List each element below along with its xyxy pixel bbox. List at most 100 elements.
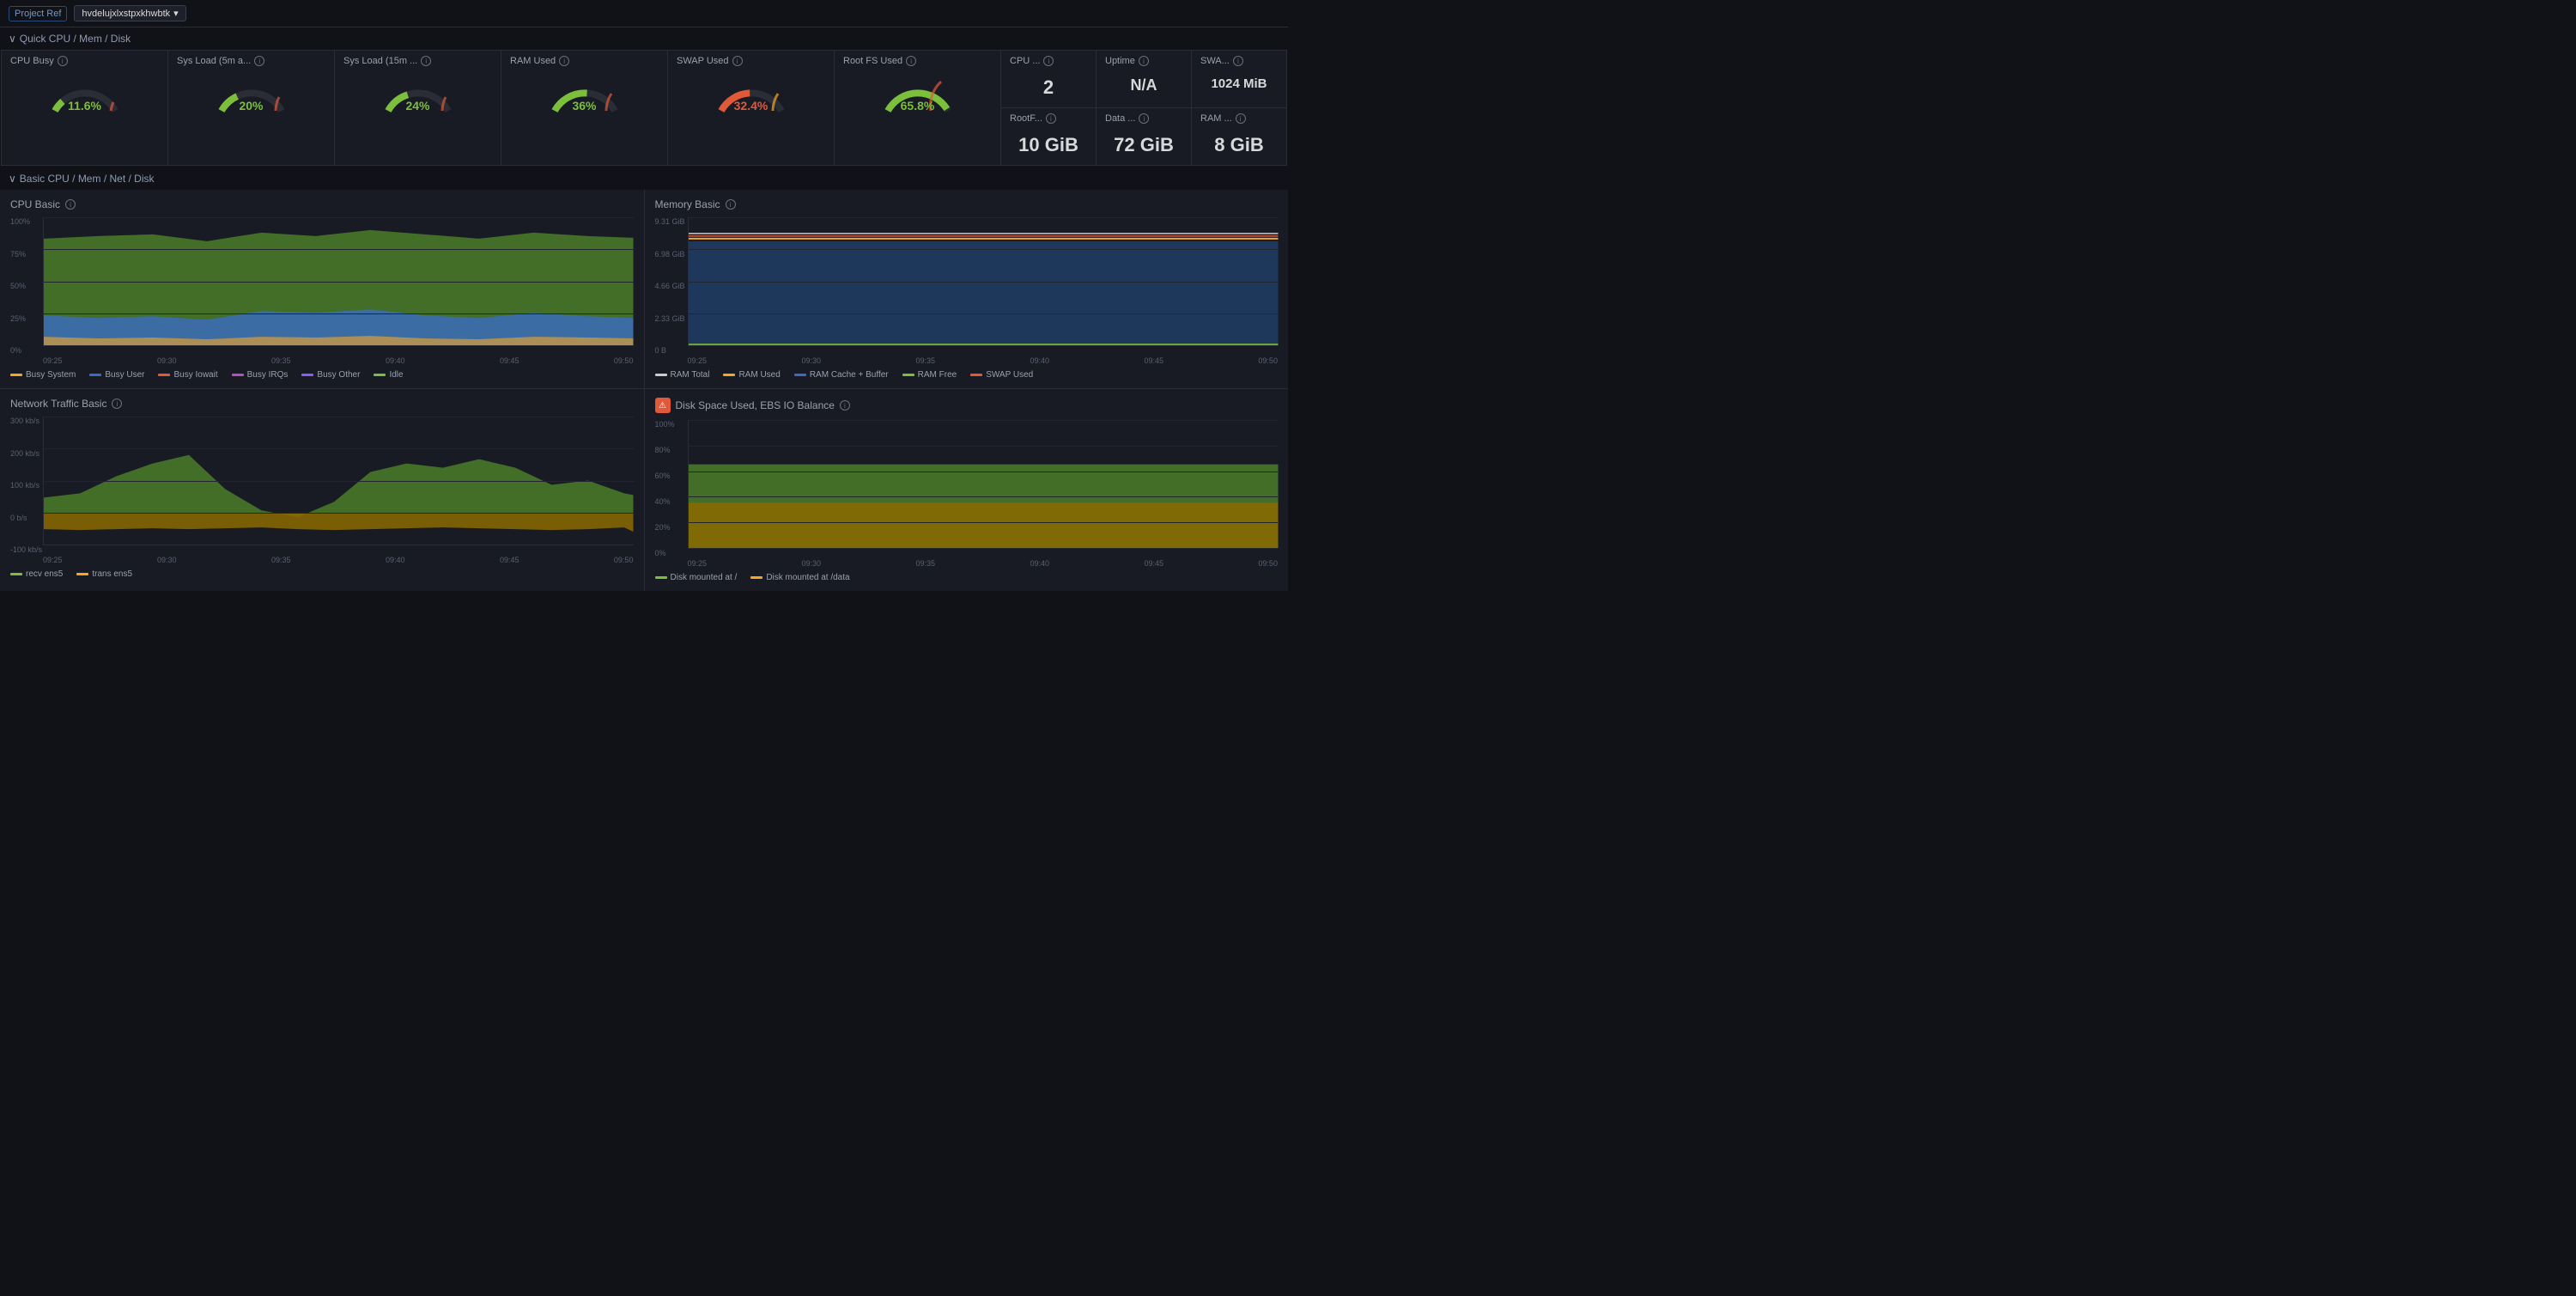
gauge-cpu-busy: 11.6% (46, 70, 124, 113)
info-icon-network-chart[interactable]: i (112, 399, 122, 409)
chart-area-network: 300 kb/s 200 kb/s 100 kb/s 0 b/s -100 kb… (10, 417, 634, 554)
legend-busy-iowait: Busy Iowait (158, 370, 217, 380)
gauge-ram-used: 36% (546, 70, 623, 113)
gauge-card-sys-load-5m: Sys Load (5m a... i 20% (168, 51, 334, 165)
small-stat-value-data: 72 GiB (1105, 127, 1182, 160)
small-stat-title-uptime: Uptime (1105, 56, 1135, 66)
legend-color-idle (374, 374, 386, 376)
grid-line (689, 282, 1279, 283)
quick-stats-row: CPU Busy i 11.6% Sys Load (5m a... i 20% (1, 50, 1287, 166)
project-ref-value-text: hvdelujxlxstpxkhwbtk (82, 9, 170, 19)
header: Project Ref hvdelujxlxstpxkhwbtk ▾ (0, 0, 1288, 27)
legend-disk: Disk mounted at / Disk mounted at /data (655, 573, 1279, 582)
grid-line (689, 446, 1279, 447)
info-icon-data-disk[interactable]: i (1139, 113, 1149, 124)
legend-label-disk-root: Disk mounted at / (671, 573, 738, 582)
project-ref-label: Project Ref (9, 6, 67, 21)
y-labels-disk: 100% 80% 60% 40% 20% 0% (655, 420, 688, 557)
chart-title-memory: Memory Basic i (655, 198, 1279, 210)
gauge-title-cpu-busy: CPU Busy (10, 56, 54, 66)
legend-color-disk-data (750, 576, 762, 579)
charts-grid: CPU Basic i 100% 75% 50% 25% 0% (0, 190, 1288, 591)
gauge-value-sys-load-15m: 24% (405, 99, 429, 113)
info-icon-sys-load-15m[interactable]: i (421, 56, 431, 66)
grid-line (44, 282, 634, 283)
chart-area-cpu-basic: 100% 75% 50% 25% 0% (10, 217, 634, 355)
legend-disk-root: Disk mounted at / (655, 573, 738, 582)
alert-badge-disk: ⚠ (655, 398, 671, 413)
chart-inner-memory (688, 217, 1279, 346)
info-icon-uptime[interactable]: i (1139, 56, 1149, 66)
legend-color-busy-system (10, 374, 22, 376)
legend-disk-data: Disk mounted at /data (750, 573, 849, 582)
gauge-title-ram-used: RAM Used (510, 56, 556, 66)
grid-line (44, 448, 634, 449)
small-stat-rootfs-size: RootF... i 10 GiB (1001, 108, 1096, 165)
small-stat-cpu-count: CPU ... i 2 (1001, 51, 1096, 107)
grid-line (689, 420, 1279, 421)
project-ref-dropdown[interactable]: hvdelujxlxstpxkhwbtk ▾ (74, 5, 185, 21)
info-icon-swap-size[interactable]: i (1233, 56, 1243, 66)
grid-line (44, 481, 634, 482)
grid-line (44, 249, 634, 250)
small-stats-grid: CPU ... i 2 Uptime i N/A SWA... i 1024 M… (1001, 51, 1286, 165)
small-stat-value-uptime: N/A (1105, 70, 1182, 98)
gauge-title-sys-load-15m: Sys Load (15m ... (343, 56, 417, 66)
small-stat-title-data: Data ... (1105, 113, 1135, 124)
info-icon-cpu-chart[interactable]: i (65, 199, 76, 210)
chart-title-cpu-basic: CPU Basic i (10, 198, 634, 210)
chart-label-disk: Disk Space Used, EBS IO Balance (676, 399, 835, 411)
legend-cpu: Busy System Busy User Busy Iowait Busy I… (10, 370, 634, 380)
legend-label-ram-cache: RAM Cache + Buffer (810, 370, 889, 380)
legend-color-trans (76, 573, 88, 575)
info-icon-cpu-busy[interactable]: i (58, 56, 68, 66)
legend-label-disk-data: Disk mounted at /data (766, 573, 849, 582)
gauge-sys-load-15m: 24% (380, 70, 457, 113)
gauge-card-sys-load-15m: Sys Load (15m ... i 24% (335, 51, 501, 165)
quick-section-header: ∨ Quick CPU / Mem / Disk (0, 27, 1288, 50)
legend-color-busy-other (301, 374, 313, 376)
legend-label-recv: recv ens5 (26, 569, 63, 579)
gauge-title-sys-load-5m: Sys Load (5m a... (177, 56, 251, 66)
gauge-swap-used: 32.4% (713, 70, 790, 113)
legend-idle: Idle (374, 370, 403, 380)
gauge-card-root-fs: Root FS Used i 65.8% (835, 51, 1000, 165)
legend-network: recv ens5 trans ens5 (10, 569, 634, 579)
chart-disk-space: ⚠ Disk Space Used, EBS IO Balance i 100%… (645, 389, 1289, 591)
gauge-value-root-fs: 65.8% (901, 99, 935, 113)
legend-ram-cache: RAM Cache + Buffer (794, 370, 889, 380)
gauge-title-root-fs: Root FS Used (843, 56, 902, 66)
legend-label-busy-user: Busy User (105, 370, 144, 380)
legend-label-ram-used: RAM Used (738, 370, 780, 380)
dropdown-arrow-icon: ▾ (173, 8, 179, 19)
legend-color-ram-used (723, 374, 735, 376)
legend-label-busy-irqs: Busy IRQs (247, 370, 289, 380)
gauge-title-swap-used: SWAP Used (677, 56, 729, 66)
collapse-icon-basic[interactable]: ∨ (9, 173, 16, 185)
grid-line (44, 313, 634, 314)
grid-line (689, 249, 1279, 250)
info-icon-cpu-count[interactable]: i (1043, 56, 1054, 66)
info-icon-ram-size[interactable]: i (1236, 113, 1246, 124)
info-icon-ram-used[interactable]: i (559, 56, 569, 66)
chart-label-network: Network Traffic Basic (10, 398, 106, 410)
info-icon-disk-chart[interactable]: i (840, 400, 850, 411)
quick-section-title: Quick CPU / Mem / Disk (20, 33, 131, 45)
legend-color-busy-irqs (232, 374, 244, 376)
small-stat-ram-size: RAM ... i 8 GiB (1192, 108, 1286, 165)
x-labels-disk: 09:25 09:30 09:35 09:40 09:45 09:50 (655, 559, 1279, 568)
gauge-value-swap-used: 32.4% (734, 99, 769, 113)
basic-section-title: Basic CPU / Mem / Net / Disk (20, 173, 155, 185)
legend-swap-used-mem: SWAP Used (970, 370, 1033, 380)
info-icon-rootfs-size[interactable]: i (1046, 113, 1056, 124)
info-icon-swap-used[interactable]: i (732, 56, 743, 66)
info-icon-root-fs[interactable]: i (906, 56, 916, 66)
chart-inner-disk (688, 420, 1279, 549)
collapse-icon[interactable]: ∨ (9, 33, 16, 45)
gauge-card-swap-used: SWAP Used i 32.4% (668, 51, 834, 165)
info-icon-sys-load-5m[interactable]: i (254, 56, 264, 66)
chart-title-network: Network Traffic Basic i (10, 398, 634, 410)
gauge-value-ram-used: 36% (572, 99, 596, 113)
y-labels-cpu: 100% 75% 50% 25% 0% (10, 217, 43, 355)
info-icon-memory-chart[interactable]: i (726, 199, 736, 210)
